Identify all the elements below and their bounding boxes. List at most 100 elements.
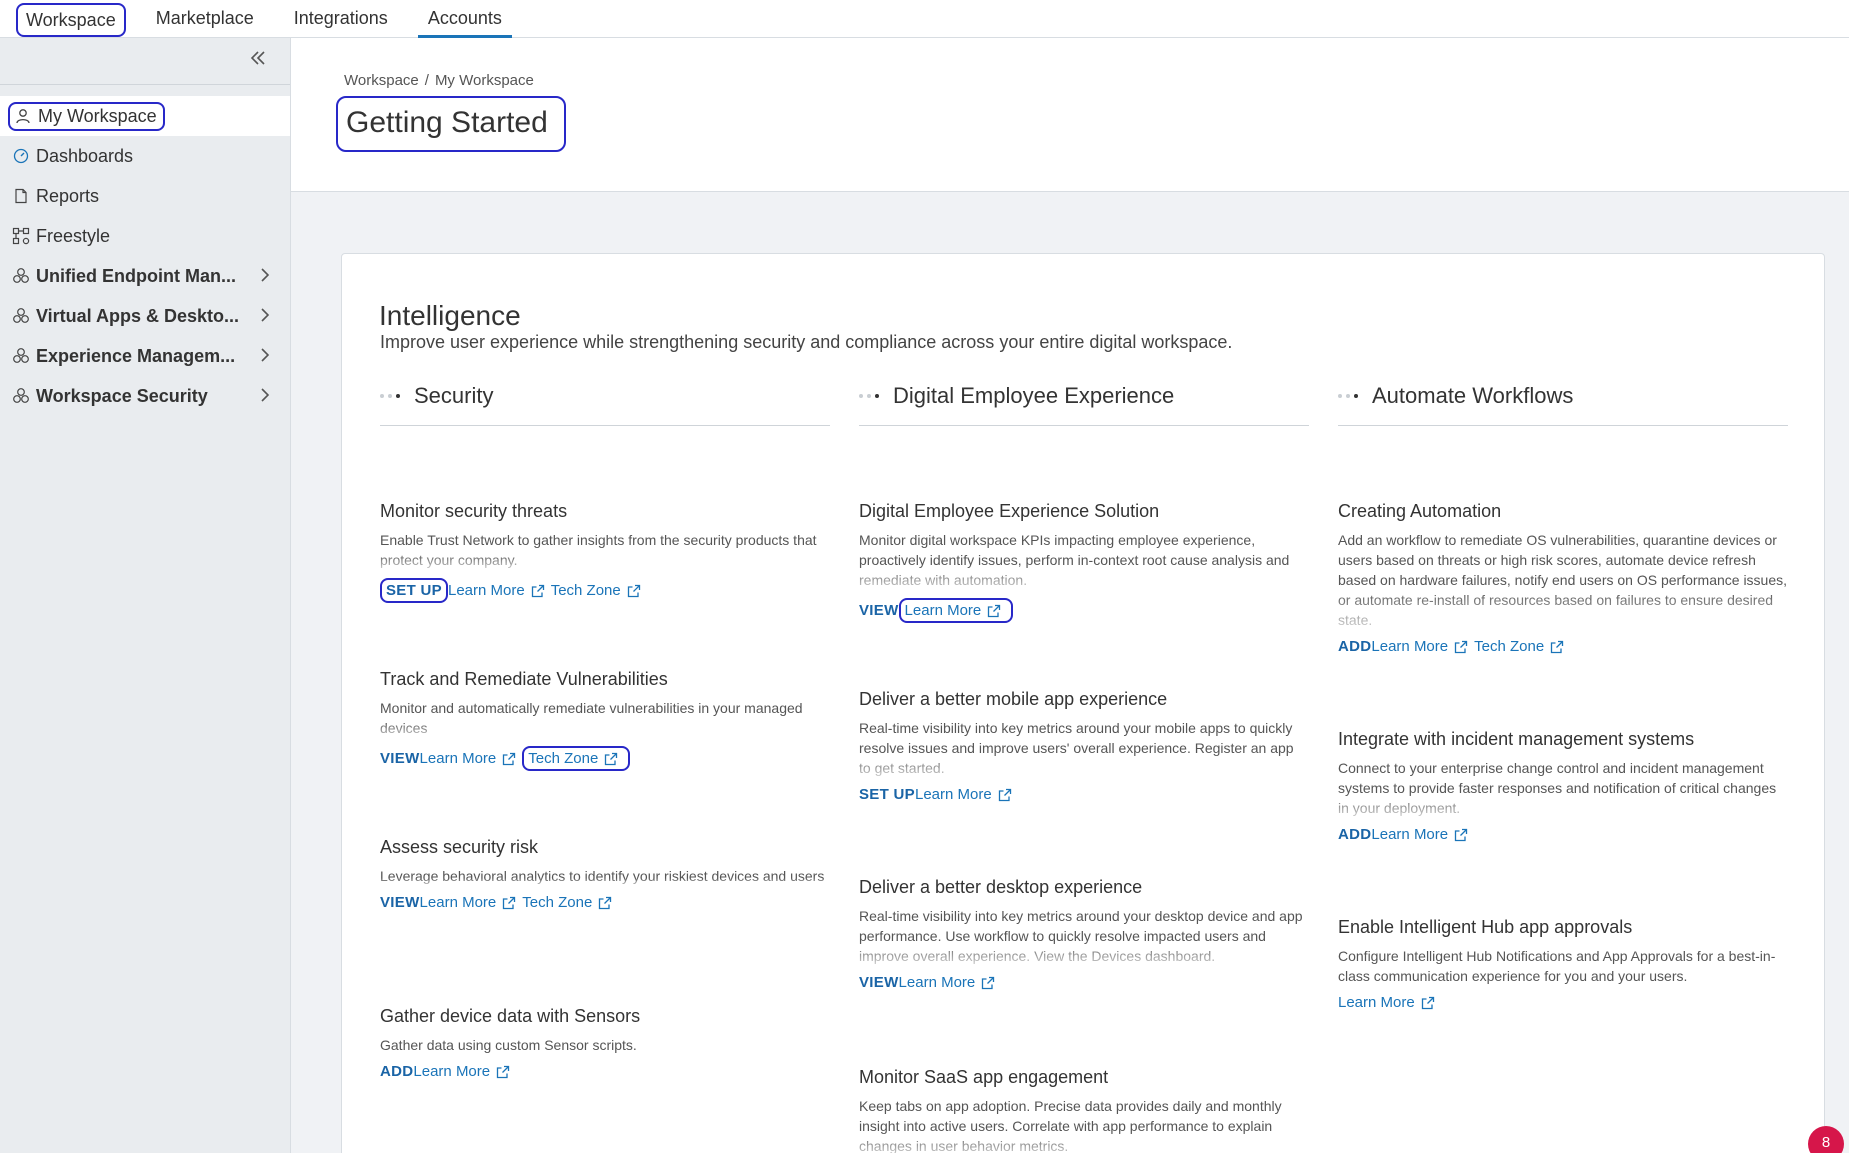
- list-item: Creating Automation Add an workflow to r…: [1338, 501, 1788, 655]
- sidebar-item-dashboards[interactable]: Dashboards: [0, 136, 290, 176]
- learn-more-link[interactable]: Learn More: [899, 974, 1002, 991]
- external-link-icon: [1421, 996, 1434, 1009]
- breadcrumb-workspace[interactable]: Workspace: [344, 72, 419, 89]
- loading-dots-icon: [380, 393, 400, 398]
- breadcrumb: Workspace / My Workspace: [344, 72, 534, 89]
- tab-integrations[interactable]: Integrations: [284, 0, 398, 37]
- double-chevron-left-icon[interactable]: [246, 48, 270, 72]
- column-heading: Automate Workflows: [1338, 374, 1788, 426]
- cluster-icon: [12, 267, 30, 285]
- page-title: Getting Started: [336, 96, 566, 152]
- breadcrumb-current: My Workspace: [434, 72, 534, 89]
- sidebar-item-experience-management[interactable]: Experience Managem...: [0, 336, 290, 376]
- external-link-icon: [1454, 828, 1468, 841]
- external-link-icon: [503, 896, 516, 909]
- learn-more-link[interactable]: Learn More: [448, 582, 551, 599]
- external-link-icon: [503, 752, 516, 765]
- chevron-right-icon[interactable]: [256, 306, 274, 324]
- tech-zone-link[interactable]: Tech Zone: [522, 894, 618, 911]
- notification-badge[interactable]: 8: [1808, 1126, 1844, 1153]
- sidebar-item-label: Dashboards: [36, 145, 134, 166]
- column-digital-employee-experience: Digital Employee Experience Digital Empl…: [859, 374, 1309, 1153]
- external-link-icon: [998, 788, 1011, 801]
- list-item: Gather device data with Sensors Gather d…: [380, 1006, 641, 1080]
- column-security: Security Monitor security threats Enable…: [380, 374, 830, 1080]
- sidebar-item-my-workspace[interactable]: My Workspace: [0, 96, 290, 136]
- chevron-right-icon[interactable]: [256, 386, 274, 404]
- column-heading: Digital Employee Experience: [859, 374, 1309, 426]
- list-item: Digital Employee Experience Solution Mon…: [859, 501, 1309, 623]
- sidebar-item-virtual-apps[interactable]: Virtual Apps & Deskto...: [0, 296, 290, 336]
- document-icon: [12, 187, 30, 205]
- external-link-icon: [627, 584, 640, 597]
- breadcrumb-separator: /: [424, 72, 429, 89]
- sidebar-item-label: Unified Endpoint Man...: [36, 265, 236, 286]
- setup-button[interactable]: SET UP: [859, 786, 915, 803]
- list-item: Monitor security threats Enable Trust Ne…: [380, 501, 830, 603]
- workflow-icon: [12, 227, 30, 245]
- learn-more-link[interactable]: Learn More: [420, 750, 523, 767]
- tab-accounts[interactable]: Accounts: [417, 0, 512, 38]
- list-item: Deliver a better desktop experience Real…: [859, 877, 1303, 991]
- sidebar: My Workspace Dashboards Reports Freestyl…: [0, 38, 291, 1153]
- tab-marketplace[interactable]: Marketplace: [146, 0, 264, 37]
- learn-more-link[interactable]: Learn More: [1338, 994, 1441, 1011]
- view-button[interactable]: VIEW: [380, 894, 420, 911]
- chevron-right-icon[interactable]: [256, 346, 274, 364]
- sidebar-item-label: Experience Managem...: [36, 345, 236, 366]
- setup-button[interactable]: SET UP: [380, 578, 448, 603]
- tab-workspace[interactable]: Workspace: [16, 3, 126, 37]
- tech-zone-link[interactable]: Tech Zone: [551, 582, 647, 599]
- sidebar-divider: [0, 84, 290, 85]
- learn-more-link[interactable]: Learn More: [1371, 638, 1474, 655]
- list-item: Enable Intelligent Hub app approvals Con…: [1338, 917, 1776, 1011]
- gauge-icon: [12, 147, 30, 165]
- tech-zone-link[interactable]: Tech Zone: [1474, 638, 1570, 655]
- external-link-icon: [1454, 640, 1468, 653]
- sidebar-item-label: My Workspace: [38, 105, 157, 126]
- external-link-icon: [605, 752, 618, 765]
- intelligence-card: Intelligence Improve user experience whi…: [341, 253, 1825, 1153]
- cluster-icon: [12, 307, 30, 325]
- list-item: Assess security risk Leverage behavioral…: [380, 837, 825, 911]
- sidebar-item-unified-endpoint[interactable]: Unified Endpoint Man...: [0, 256, 290, 296]
- cluster-icon: [12, 347, 30, 365]
- external-link-icon: [531, 584, 544, 597]
- tech-zone-link[interactable]: Tech Zone: [522, 746, 631, 771]
- list-item: Integrate with incident management syste…: [1338, 729, 1777, 843]
- chevron-right-icon[interactable]: [256, 266, 274, 284]
- add-button[interactable]: ADD: [1338, 826, 1371, 843]
- learn-more-link[interactable]: Learn More: [413, 1063, 516, 1080]
- add-button[interactable]: ADD: [380, 1063, 413, 1080]
- list-item: Track and Remediate Vulnerabilities Moni…: [380, 669, 830, 771]
- external-link-icon: [496, 1065, 510, 1078]
- column-heading: Security: [380, 374, 830, 426]
- card-subtitle: Improve user experience while strengthen…: [380, 332, 1233, 352]
- learn-more-link[interactable]: Learn More: [420, 894, 523, 911]
- list-item: Monitor SaaS app engagement Keep tabs on…: [859, 1067, 1282, 1153]
- view-button[interactable]: VIEW: [859, 974, 899, 991]
- external-link-icon: [982, 976, 995, 989]
- top-navigation: Workspace Marketplace Integrations Accou…: [0, 0, 1849, 38]
- sidebar-item-workspace-security[interactable]: Workspace Security: [0, 376, 290, 416]
- learn-more-link[interactable]: Learn More: [1371, 826, 1474, 843]
- external-link-icon: [1551, 640, 1564, 653]
- sidebar-item-label: Virtual Apps & Deskto...: [36, 305, 240, 326]
- sidebar-item-label: Workspace Security: [36, 385, 208, 406]
- learn-more-link[interactable]: Learn More: [898, 598, 1014, 623]
- page-header: Workspace / My Workspace Getting Started: [291, 38, 1849, 192]
- add-button[interactable]: ADD: [1338, 638, 1371, 655]
- learn-more-link[interactable]: Learn More: [915, 786, 1018, 803]
- sidebar-item-freestyle[interactable]: Freestyle: [0, 216, 290, 256]
- card-title: Intelligence: [379, 300, 521, 331]
- sidebar-item-label: Reports: [36, 185, 100, 206]
- sidebar-item-reports[interactable]: Reports: [0, 176, 290, 216]
- column-automate-workflows: Automate Workflows Creating Automation A…: [1338, 374, 1788, 1011]
- user-icon: [14, 107, 32, 125]
- view-button[interactable]: VIEW: [380, 750, 420, 767]
- loading-dots-icon: [859, 393, 879, 398]
- list-item: Deliver a better mobile app experience R…: [859, 689, 1294, 803]
- view-button[interactable]: VIEW: [859, 602, 899, 619]
- external-link-icon: [599, 896, 612, 909]
- external-link-icon: [988, 604, 1001, 617]
